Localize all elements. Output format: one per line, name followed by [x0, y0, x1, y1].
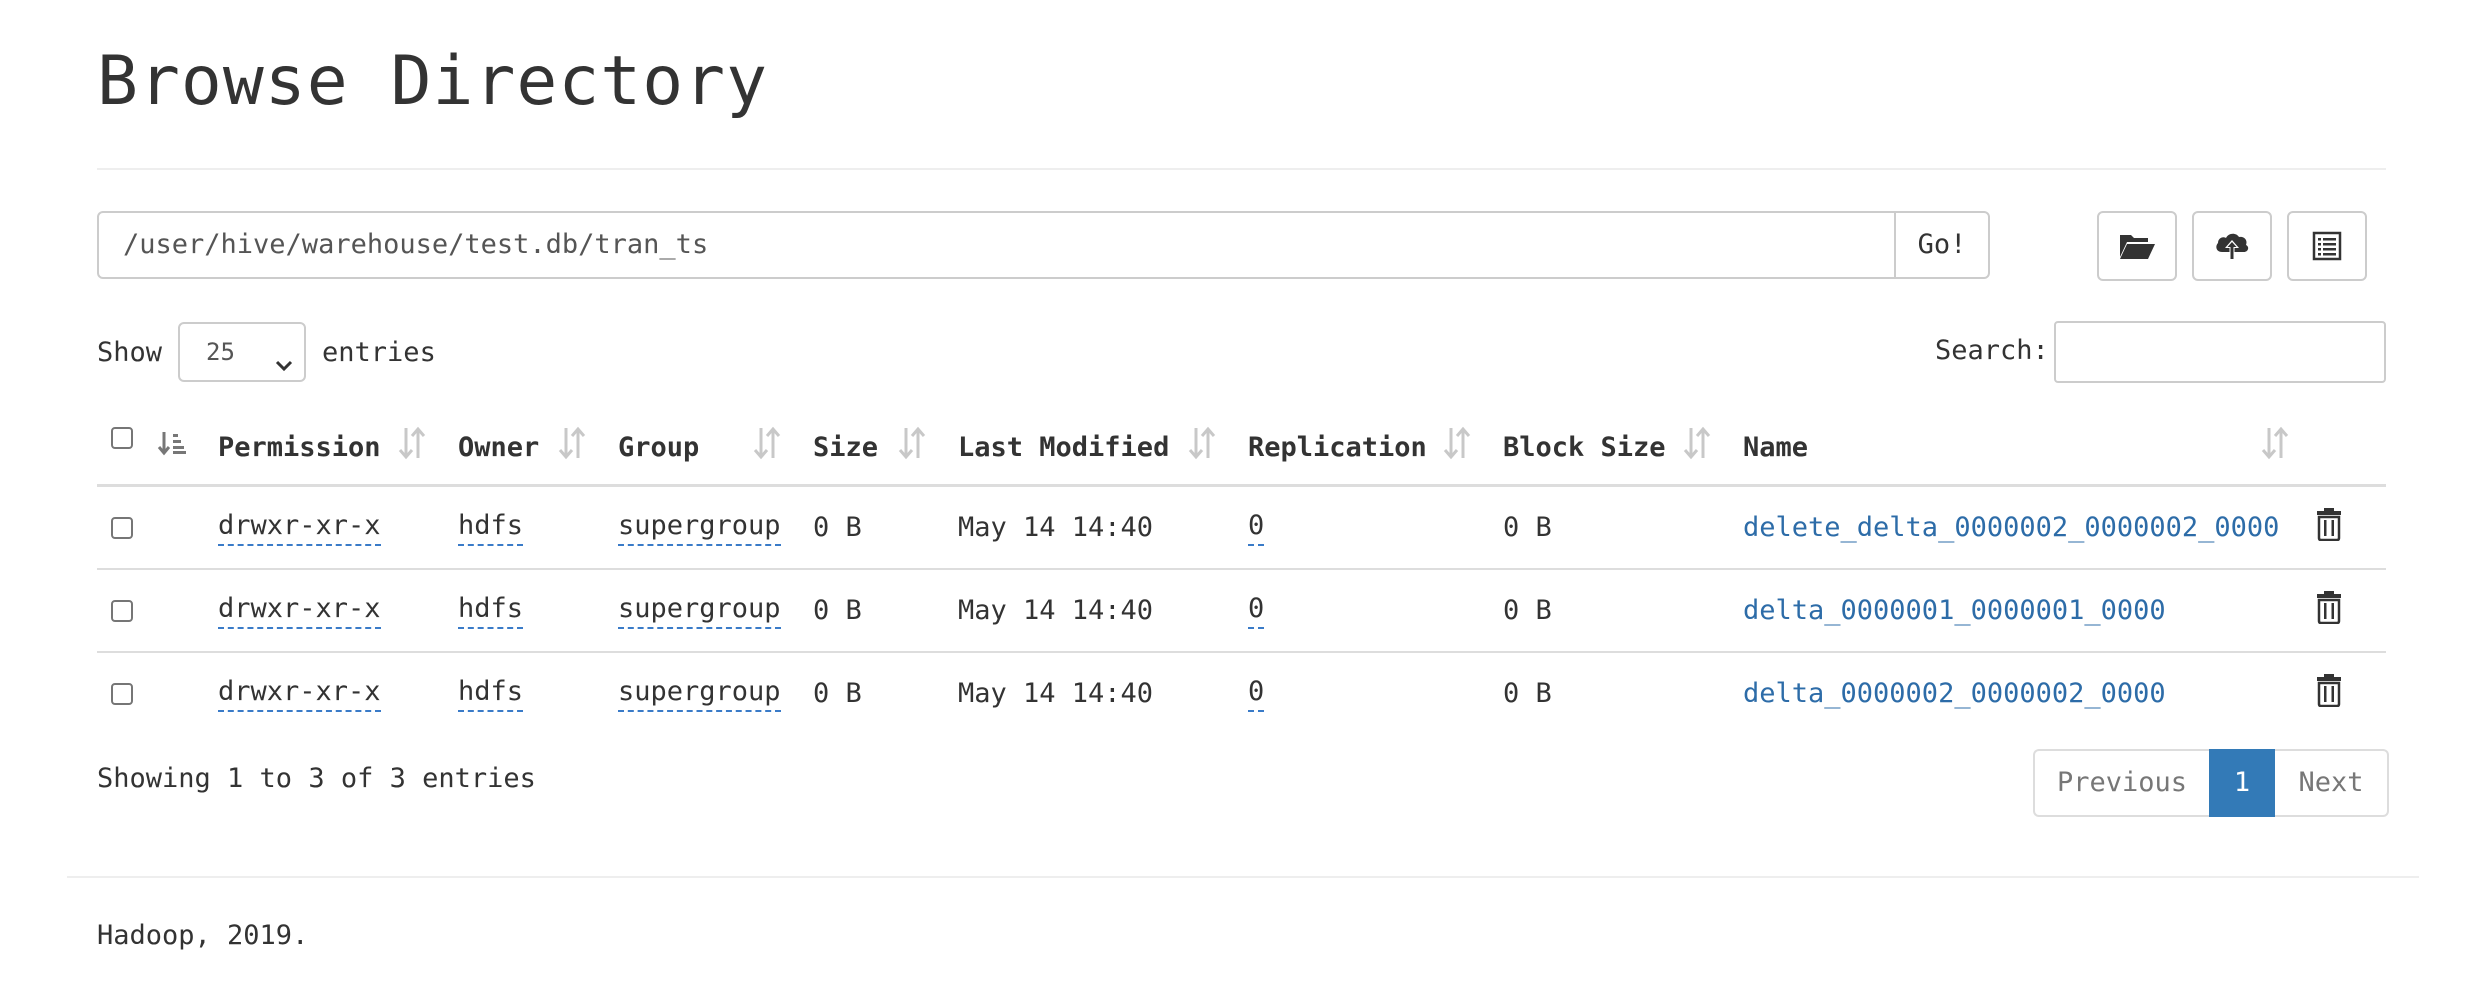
block-size-value: 0 B — [1503, 678, 1552, 709]
trash-icon[interactable] — [2316, 673, 2342, 711]
row-checkbox[interactable] — [111, 517, 133, 539]
table-row: drwxr-xr-x hdfs supergroup 0 B May 14 14… — [97, 570, 2386, 653]
column-header-owner[interactable]: Owner — [458, 410, 539, 484]
block-size-value: 0 B — [1503, 595, 1552, 626]
permission-value[interactable]: drwxr-xr-x — [218, 675, 381, 712]
row-checkbox[interactable] — [111, 683, 133, 705]
size-value: 0 B — [813, 678, 862, 709]
last-modified-value: May 14 14:40 — [958, 512, 1154, 543]
file-name-link[interactable]: delete_delta_0000002_0000002_0000 — [1743, 487, 2279, 568]
sort-both-icon — [1187, 424, 1217, 462]
column-header-name[interactable]: Name — [1743, 410, 1808, 484]
search-label: Search: — [1935, 335, 2049, 366]
sort-both-icon — [1442, 424, 1472, 462]
sort-both-icon — [752, 424, 782, 462]
file-name-link[interactable]: delta_0000002_0000002_0000 — [1743, 653, 2166, 734]
sort-both-icon — [557, 424, 587, 462]
replication-value[interactable]: 0 — [1248, 675, 1265, 712]
upload-files-button[interactable] — [2192, 211, 2272, 281]
search-input[interactable] — [2054, 321, 2386, 383]
block-size-value: 0 B — [1503, 512, 1552, 543]
show-label: Show — [97, 336, 163, 368]
replication-value[interactable]: 0 — [1248, 592, 1265, 629]
select-all-checkbox[interactable] — [111, 427, 133, 449]
sort-both-icon — [897, 424, 927, 462]
go-button[interactable]: Go! — [1894, 211, 1990, 279]
folder-open-icon — [2118, 231, 2156, 261]
group-value[interactable]: supergroup — [618, 592, 781, 629]
row-checkbox[interactable] — [111, 600, 133, 622]
sort-amount-asc-icon[interactable] — [157, 424, 187, 462]
pagination: Previous 1 Next — [2033, 749, 2389, 817]
sort-both-icon — [397, 424, 427, 462]
page-title: Browse Directory — [97, 42, 769, 121]
chevron-down-icon — [274, 341, 294, 397]
entries-per-page-select[interactable]: 25 — [178, 322, 307, 382]
owner-value[interactable]: hdfs — [458, 509, 524, 546]
list-alt-icon — [2312, 231, 2342, 261]
next-page-button[interactable]: Next — [2275, 749, 2389, 817]
column-header-size[interactable]: Size — [813, 410, 878, 484]
title-divider — [97, 168, 2386, 170]
page-1-button[interactable]: 1 — [2209, 749, 2275, 817]
replication-value[interactable]: 0 — [1248, 509, 1265, 546]
column-header-replication[interactable]: Replication — [1248, 410, 1427, 484]
file-name-link[interactable]: delta_0000001_0000001_0000 — [1743, 570, 2166, 651]
last-modified-value: May 14 14:40 — [958, 595, 1154, 626]
last-modified-value: May 14 14:40 — [958, 678, 1154, 709]
create-directory-button[interactable] — [2097, 211, 2177, 281]
table-row: drwxr-xr-x hdfs supergroup 0 B May 14 14… — [97, 487, 2386, 570]
size-value: 0 B — [813, 595, 862, 626]
previous-page-button[interactable]: Previous — [2033, 749, 2209, 817]
entries-length-control: Show 25 entries — [97, 322, 436, 382]
entries-per-page-value: 25 — [206, 338, 235, 366]
sort-both-icon — [1682, 424, 1712, 462]
trash-icon[interactable] — [2316, 590, 2342, 628]
directory-path-input[interactable]: /user/hive/warehouse/test.db/tran_ts — [97, 211, 1896, 279]
trash-icon[interactable] — [2316, 507, 2342, 545]
table-row: drwxr-xr-x hdfs supergroup 0 B May 14 14… — [97, 653, 2386, 734]
cut-paste-button[interactable] — [2287, 211, 2367, 281]
column-header-permission[interactable]: Permission — [218, 410, 381, 484]
group-value[interactable]: supergroup — [618, 509, 781, 546]
path-bar: /user/hive/warehouse/test.db/tran_ts Go! — [97, 211, 1990, 279]
group-value[interactable]: supergroup — [618, 675, 781, 712]
footer-text: Hadoop, 2019. — [97, 920, 309, 951]
table-header: Permission Owner Group Size Last Modifie… — [97, 410, 2386, 487]
permission-value[interactable]: drwxr-xr-x — [218, 509, 381, 546]
owner-value[interactable]: hdfs — [458, 592, 524, 629]
owner-value[interactable]: hdfs — [458, 675, 524, 712]
table-info: Showing 1 to 3 of 3 entries — [97, 763, 536, 794]
permission-value[interactable]: drwxr-xr-x — [218, 592, 381, 629]
column-header-group[interactable]: Group — [618, 410, 699, 484]
sort-both-icon — [2260, 424, 2290, 462]
column-header-last-modified[interactable]: Last Modified — [958, 410, 1169, 484]
entries-label: entries — [322, 336, 436, 368]
file-table: Permission Owner Group Size Last Modifie… — [97, 410, 2386, 734]
column-header-block-size[interactable]: Block Size — [1503, 410, 1666, 484]
size-value: 0 B — [813, 512, 862, 543]
footer-divider — [67, 876, 2419, 878]
cloud-upload-icon — [2213, 230, 2251, 262]
